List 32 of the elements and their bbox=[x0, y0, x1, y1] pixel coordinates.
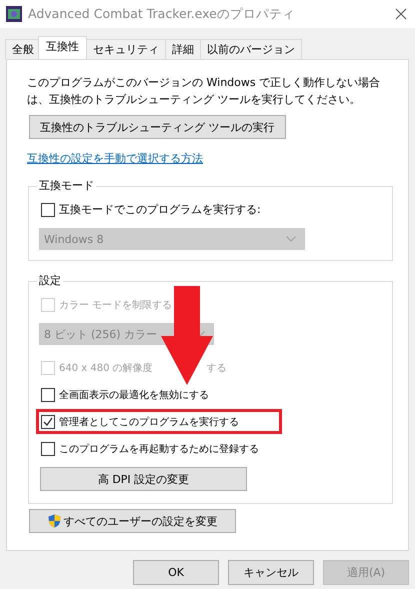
down-arrow-icon bbox=[160, 286, 214, 386]
dpi-settings-button[interactable]: 高 DPI 設定の変更 bbox=[40, 467, 247, 491]
checkbox-label: 管理者としてこのプログラムを実行する bbox=[59, 416, 239, 428]
checkbox-row[interactable]: 管理者としてこのプログラムを実行する bbox=[36, 409, 282, 434]
checkbox[interactable] bbox=[41, 202, 55, 216]
checkbox-label-tail: する bbox=[206, 362, 227, 374]
troubleshoot-button[interactable]: 互換性のトラブルシューティング ツールの実行 bbox=[29, 115, 286, 139]
checkbox-label: このプログラムを再起動するために登録する bbox=[59, 442, 259, 456]
group-title: 設定 bbox=[37, 273, 63, 288]
checkbox[interactable] bbox=[41, 388, 55, 402]
checkbox-label: カラー モードを制限する bbox=[59, 298, 172, 312]
checkbox-label: 全画面表示の最適化を無効にする bbox=[59, 388, 209, 402]
checkbox[interactable] bbox=[41, 414, 55, 428]
tab[interactable]: 全般 bbox=[5, 39, 41, 59]
group-title: 互換モード bbox=[37, 178, 96, 193]
checkbox[interactable] bbox=[41, 442, 55, 456]
help-link[interactable]: 互換性の設定を手動で選択する方法 bbox=[27, 151, 203, 166]
description-text: このプログラムがこのバージョンの Windows で正しく動作しない場合は、互換性のトラブルシューティング ツールを実行してください。 bbox=[27, 75, 382, 108]
dialog-button[interactable]: OK bbox=[133, 560, 219, 585]
checkbox-label: 640 x 480 の解像度 bbox=[59, 362, 153, 374]
checkbox-row[interactable]: 互換モードでこのプログラムを実行する: bbox=[36, 197, 266, 222]
checkbox-label: 互換モードでこのプログラムを実行する: bbox=[59, 202, 261, 217]
close-icon[interactable] bbox=[395, 8, 407, 20]
checkbox-row[interactable]: このプログラムを再起動するために登録する bbox=[36, 436, 264, 461]
dialog-button[interactable]: キャンセル bbox=[228, 560, 314, 585]
app-icon bbox=[6, 6, 22, 22]
all-users-button[interactable]: すべてのユーザーの設定を変更 bbox=[29, 509, 236, 533]
window-title: Advanced Combat Tracker.exeのプロパティ bbox=[28, 6, 296, 22]
checkbox-row[interactable]: 全画面表示の最適化を無効にする bbox=[36, 382, 214, 407]
tab[interactable]: 以前のバージョン bbox=[200, 39, 302, 59]
tab[interactable]: 互換性 bbox=[38, 36, 87, 59]
shield-icon bbox=[48, 514, 60, 528]
